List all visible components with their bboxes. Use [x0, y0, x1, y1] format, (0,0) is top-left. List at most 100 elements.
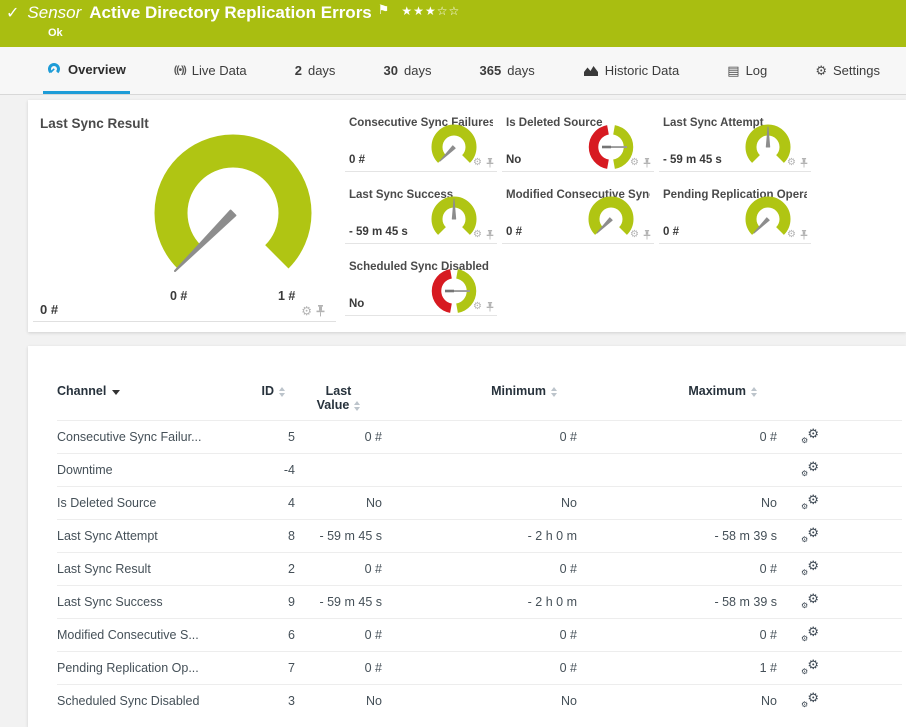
flag-icon[interactable]: ⚑: [378, 2, 390, 18]
filler-cell: [847, 420, 902, 454]
channel-name-cell[interactable]: Consecutive Sync Failur...: [57, 420, 247, 454]
column-header-id[interactable]: ID: [247, 384, 295, 421]
channel-settings-cell: ⚙ ⚙: [777, 486, 847, 520]
channel-settings-gears-icon[interactable]: ⚙ ⚙: [801, 426, 819, 445]
channel-row[interactable]: Is Deleted Source 4 No No No ⚙ ⚙: [57, 486, 902, 520]
minimum-cell: No: [382, 486, 577, 520]
filler-cell: [847, 651, 902, 685]
pin-icon[interactable]: [486, 302, 494, 312]
channel-row[interactable]: Scheduled Sync Disabled 3 No No No ⚙ ⚙: [57, 684, 902, 718]
channel-name-cell[interactable]: Last Sync Success: [57, 585, 247, 619]
channel-name-cell[interactable]: Is Deleted Source: [57, 486, 247, 520]
last-value-cell: - 59 m 45 s: [295, 585, 382, 619]
minimum-cell: No: [382, 684, 577, 718]
tab-historic-data-label: Historic Data: [604, 63, 680, 78]
filler-cell: [847, 453, 902, 487]
tab-settings[interactable]: ⚙ Settings: [811, 47, 884, 94]
column-header-last-value[interactable]: Last Value: [295, 384, 382, 421]
pin-icon[interactable]: [800, 158, 808, 168]
channel-name-cell[interactable]: Scheduled Sync Disabled: [57, 684, 247, 718]
channel-name-cell[interactable]: Modified Consecutive S...: [57, 618, 247, 652]
tab-log[interactable]: ▤ Log: [723, 47, 771, 94]
maximum-cell: 0 #: [577, 552, 777, 586]
channel-row[interactable]: Last Sync Success 9 - 59 m 45 s - 2 h 0 …: [57, 585, 902, 619]
gauge-value: - 59 m 45 s: [349, 226, 408, 238]
channel-name-cell[interactable]: Downtime: [57, 453, 247, 487]
column-header-maximum[interactable]: Maximum: [577, 384, 777, 421]
small-gauge: [745, 124, 791, 163]
tab-live-data[interactable]: ((•)) Live Data: [170, 47, 251, 94]
channel-row[interactable]: Downtime -4 ⚙ ⚙: [57, 453, 902, 487]
channel-settings-gears-icon[interactable]: ⚙ ⚙: [801, 690, 819, 709]
pin-icon[interactable]: [316, 305, 325, 317]
channel-gear-icon[interactable]: ⚙: [630, 158, 639, 168]
channel-row[interactable]: Last Sync Attempt 8 - 59 m 45 s - 2 h 0 …: [57, 519, 902, 553]
tab-2-days[interactable]: 2 days: [291, 47, 340, 94]
gauge-value: 0 #: [663, 226, 679, 238]
tab-historic-data[interactable]: Historic Data: [579, 47, 683, 94]
gauge-value: - 59 m 45 s: [663, 154, 722, 166]
channel-settings-gears-icon[interactable]: ⚙ ⚙: [801, 492, 819, 511]
minimum-cell: [382, 453, 577, 487]
maximum-cell: No: [577, 684, 777, 718]
channel-settings-gears-icon[interactable]: ⚙ ⚙: [801, 591, 819, 610]
column-header-minimum[interactable]: Minimum: [382, 384, 577, 421]
pin-icon[interactable]: [800, 230, 808, 240]
channel-settings-gears-icon[interactable]: ⚙ ⚙: [801, 459, 819, 478]
column-header-channel[interactable]: Channel: [57, 384, 247, 421]
tab-365-days-label: days: [507, 63, 535, 78]
channel-gear-icon[interactable]: ⚙: [473, 302, 482, 312]
last-value-cell: No: [295, 486, 382, 520]
channel-id-cell: 4: [247, 486, 295, 520]
tab-365-days[interactable]: 365 days: [476, 47, 539, 94]
tab-settings-label: Settings: [833, 63, 880, 78]
gauge-value: No: [506, 154, 522, 166]
overview-content: Last Sync Result 0 # 1 # 0 # ⚙ Consecuti…: [0, 95, 906, 727]
channel-settings-gears-icon[interactable]: ⚙ ⚙: [801, 525, 819, 544]
channel-gear-icon[interactable]: ⚙: [787, 158, 796, 168]
sort-arrows-icon: [751, 386, 757, 397]
channel-row[interactable]: Pending Replication Op... 7 0 # 0 # 1 # …: [57, 651, 902, 685]
channel-settings-cell: ⚙ ⚙: [777, 420, 847, 454]
channels-table-panel: Channel ID Last Value Minimum Maximum Con…: [28, 346, 906, 727]
sort-arrows-icon: [279, 386, 285, 397]
small-gauge: [431, 196, 477, 235]
channels-table-body: Consecutive Sync Failur... 5 0 # 0 # 0 #…: [57, 420, 902, 718]
pin-icon[interactable]: [486, 230, 494, 240]
log-list-icon: ▤: [727, 62, 740, 78]
channel-settings-gears-icon[interactable]: ⚙ ⚙: [801, 624, 819, 643]
gauge-cell: Last Sync Success - 59 m 45 s ⚙: [345, 172, 497, 244]
priority-stars[interactable]: ★★★☆☆: [401, 4, 460, 18]
tab-30-days[interactable]: 30 days: [380, 47, 436, 94]
channel-gear-icon[interactable]: ⚙: [473, 158, 482, 168]
last-value-cell: No: [295, 684, 382, 718]
pin-icon[interactable]: [486, 158, 494, 168]
channel-gear-icon[interactable]: ⚙: [301, 305, 312, 317]
channel-row[interactable]: Modified Consecutive S... 6 0 # 0 # 0 # …: [57, 618, 902, 652]
channel-name-cell[interactable]: Last Sync Attempt: [57, 519, 247, 553]
pin-icon[interactable]: [643, 230, 651, 240]
channel-gear-icon[interactable]: ⚙: [630, 230, 639, 240]
channel-settings-gears-icon[interactable]: ⚙ ⚙: [801, 657, 819, 676]
channel-settings-cell: ⚙ ⚙: [777, 585, 847, 619]
channel-name-cell[interactable]: Last Sync Result: [57, 552, 247, 586]
gauge-cell: Modified Consecutive Sync F... 0 # ⚙: [502, 172, 654, 244]
maximum-cell: - 58 m 39 s: [577, 519, 777, 553]
channel-row[interactable]: Last Sync Result 2 0 # 0 # 0 # ⚙ ⚙: [57, 552, 902, 586]
channels-table: Channel ID Last Value Minimum Maximum Con…: [57, 384, 902, 718]
channel-gear-icon[interactable]: ⚙: [787, 230, 796, 240]
filler-cell: [847, 684, 902, 718]
main-gauge-cell: Last Sync Result 0 # 1 # 0 # ⚙: [33, 100, 336, 322]
pin-icon[interactable]: [643, 158, 651, 168]
channel-settings-gears-icon[interactable]: ⚙ ⚙: [801, 558, 819, 577]
main-gauge-title: Last Sync Result: [40, 116, 149, 131]
small-gauges-grid: Consecutive Sync Failures 0 # ⚙ Is Delet…: [345, 100, 811, 316]
gauge-value: 0 #: [506, 226, 522, 238]
channel-row[interactable]: Consecutive Sync Failur... 5 0 # 0 # 0 #…: [57, 420, 902, 454]
channel-id-cell: 7: [247, 651, 295, 685]
tab-overview[interactable]: Overview: [43, 47, 130, 94]
last-value-cell: 0 #: [295, 618, 382, 652]
filler-cell: [847, 585, 902, 619]
channel-name-cell[interactable]: Pending Replication Op...: [57, 651, 247, 685]
channel-gear-icon[interactable]: ⚙: [473, 230, 482, 240]
